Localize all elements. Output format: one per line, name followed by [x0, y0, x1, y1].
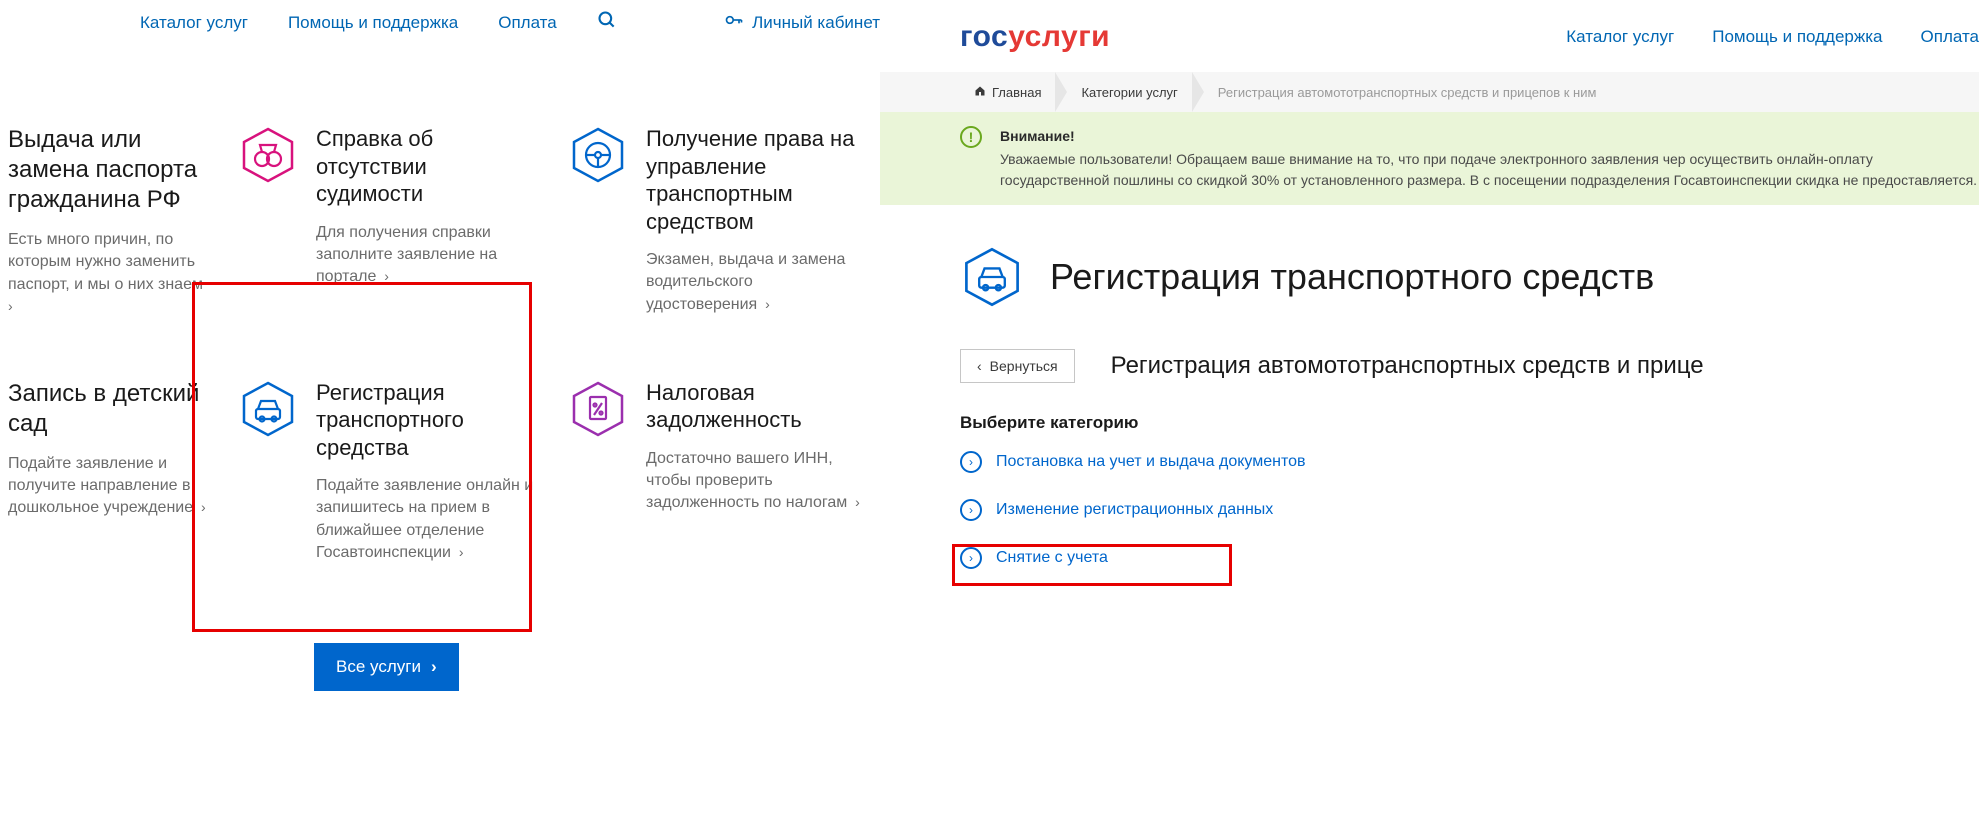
card-kindergarten[interactable]: Запись в детский сад Подайте заявление и…	[8, 379, 208, 691]
card-desc: Есть много причин, по которым нужно заме…	[8, 229, 208, 319]
card-passport[interactable]: Выдача или замена паспорта гражданина РФ…	[8, 125, 208, 319]
alert-notice: ! Внимание! Уважаемые пользователи! Обра…	[880, 112, 1979, 205]
category-label: Изменение регистрационных данных	[996, 501, 1273, 519]
chevron-left-icon: ‹	[977, 358, 982, 374]
card-desc: Для получения справки заполните заявлени…	[316, 222, 538, 289]
logo-part1: гос	[960, 20, 1008, 53]
highlight-annotation	[192, 282, 532, 632]
card-desc: Достаточно вашего ИНН, чтобы проверить з…	[646, 448, 868, 515]
handcuffs-icon	[238, 125, 298, 185]
arrow-circle-icon: ›	[960, 499, 982, 521]
card-tax-debt[interactable]: Налоговая задолженность Достаточно вашег…	[568, 379, 868, 691]
choose-category-label: Выберите категорию	[880, 383, 1979, 451]
nav-catalog[interactable]: Каталог услуг	[1566, 27, 1674, 47]
back-label: Вернуться	[990, 358, 1058, 374]
category-registration-issue[interactable]: › Постановка на учет и выдача документов	[960, 451, 1979, 473]
nav-catalog[interactable]: Каталог услуг	[140, 13, 248, 33]
breadcrumb-home[interactable]: Главная	[960, 85, 1067, 100]
sub-title: Регистрация автомототранспортных средств…	[1111, 352, 1704, 380]
nav-help[interactable]: Помощь и поддержка	[1712, 27, 1882, 47]
card-desc: Подайте заявление и получите направление…	[8, 453, 208, 520]
breadcrumb: Главная Категории услуг Регистрация авто…	[880, 72, 1979, 112]
percent-doc-icon	[568, 379, 628, 439]
chevron-right-icon: ›	[761, 296, 770, 312]
car-icon	[960, 245, 1024, 309]
logo-part2: услуги	[1008, 20, 1110, 53]
steering-wheel-icon	[568, 125, 628, 185]
all-services-button[interactable]: Все услуги ›	[314, 643, 459, 691]
page-title: Регистрация транспортного средств	[1050, 256, 1654, 298]
card-title: Запись в детский сад	[8, 379, 208, 439]
card-desc: Экзамен, выдача и замена водительского у…	[646, 249, 868, 316]
key-icon	[724, 10, 744, 35]
card-driving-license[interactable]: Получение права на управление транспортн…	[568, 125, 868, 319]
alert-text: Уважаемые пользователи! Обращаем ваше вн…	[1000, 149, 1979, 191]
home-icon	[974, 85, 986, 100]
chevron-right-icon: ›	[8, 298, 13, 314]
nav-payment[interactable]: Оплата	[498, 13, 556, 33]
breadcrumb-current: Регистрация автомототранспортных средств…	[1204, 85, 1623, 100]
highlight-annotation	[952, 544, 1232, 586]
card-title: Получение права на управление транспортн…	[646, 125, 868, 235]
info-icon: !	[960, 126, 982, 148]
chevron-right-icon: ›	[851, 494, 860, 510]
category-label: Постановка на учет и выдача документов	[996, 453, 1306, 471]
card-title: Выдача или замена паспорта гражданина РФ	[8, 125, 208, 215]
card-title: Налоговая задолженность	[646, 379, 868, 434]
nav-payment[interactable]: Оплата	[1921, 27, 1979, 47]
arrow-circle-icon: ›	[960, 451, 982, 473]
gosuslugi-logo[interactable]: госуслуги	[960, 20, 1110, 54]
search-icon[interactable]	[597, 10, 617, 35]
card-title: Справка об отсутствии судимости	[316, 125, 538, 208]
breadcrumb-label: Главная	[992, 85, 1041, 100]
breadcrumb-categories[interactable]: Категории услуг	[1067, 85, 1203, 100]
nav-help[interactable]: Помощь и поддержка	[288, 13, 458, 33]
personal-cabinet-link[interactable]: Личный кабинет	[724, 10, 880, 35]
category-change-data[interactable]: › Изменение регистрационных данных	[960, 499, 1979, 521]
cabinet-label: Личный кабинет	[752, 13, 880, 33]
back-button[interactable]: ‹ Вернуться	[960, 349, 1075, 383]
alert-title: Внимание!	[1000, 126, 1979, 147]
chevron-right-icon: ›	[431, 657, 437, 677]
button-label: Все услуги	[336, 657, 421, 677]
